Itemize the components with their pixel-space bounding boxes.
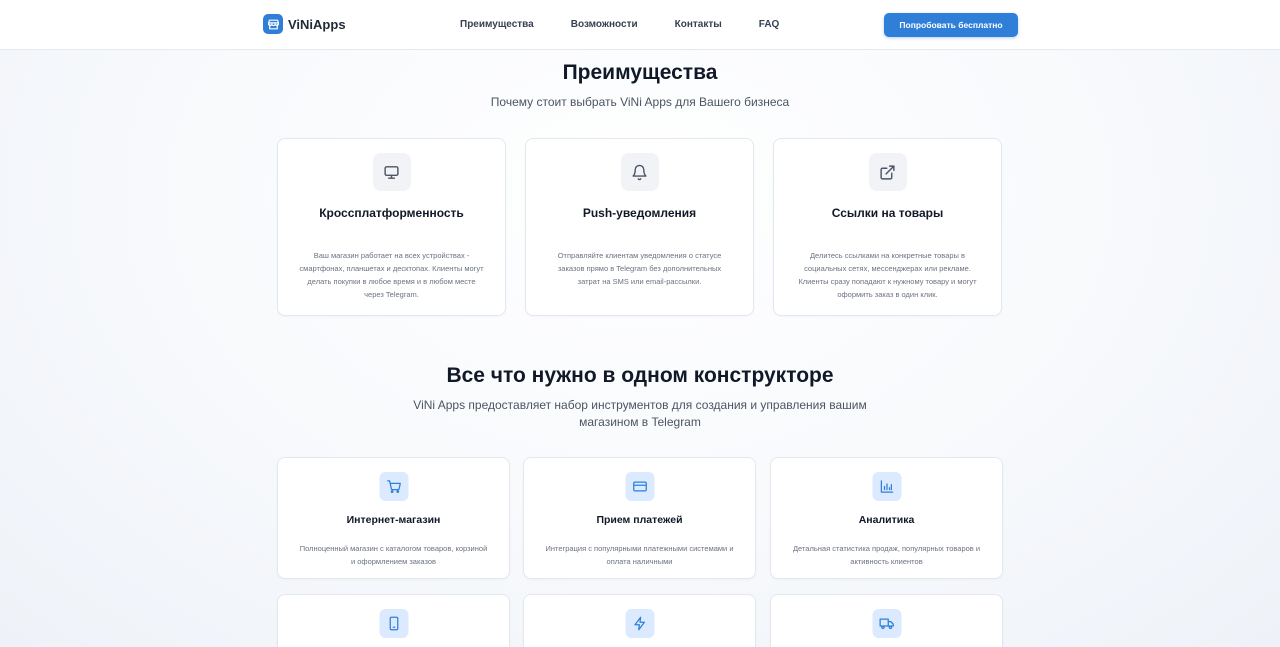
main-nav: Преимущества Возможности Контакты FAQ <box>460 19 816 30</box>
credit-card-icon <box>625 472 654 501</box>
advantage-card-crossplatform: Кроссплатформенность Ваш магазин работае… <box>277 138 506 316</box>
features-subtitle-line-2: магазином в Telegram <box>579 415 701 429</box>
bell-icon <box>620 153 659 191</box>
features-title: Все что нужно в одном конструкторе <box>446 364 834 387</box>
shopping-cart-icon <box>379 472 408 501</box>
feature-card-analytics: Аналитика Детальная статистика продаж, п… <box>770 457 1003 579</box>
lightning-icon <box>625 609 654 638</box>
brand-logo[interactable]: ViNiApps <box>263 14 346 34</box>
features-subtitle: ViNi Apps предоставляет набор инструмент… <box>0 397 1280 431</box>
nav-link-features[interactable]: Возможности <box>571 19 638 30</box>
feature-card-delivery <box>770 594 1003 647</box>
store-icon <box>263 14 283 34</box>
try-free-button[interactable]: Попробовать бесплатно <box>884 13 1018 37</box>
card-title: Ссылки на товары <box>831 206 944 220</box>
features-subtitle-line-1: ViNi Apps предоставляет набор инструмент… <box>413 398 867 412</box>
card-description: Делитесь ссылками на конкретные товары в… <box>798 251 977 299</box>
nav-link-advantages[interactable]: Преимущества <box>460 19 534 30</box>
smartphone-icon <box>379 609 408 638</box>
nav-link-faq[interactable]: FAQ <box>759 19 780 30</box>
brand-name: ViNiApps <box>288 16 346 32</box>
advantage-card-push: Push-уведомления Отправляйте клиентам ув… <box>525 138 754 316</box>
card-title: Прием платежей <box>596 514 683 526</box>
advantage-card-links: Ссылки на товары Делитесь ссылками на ко… <box>773 138 1002 316</box>
feature-card-fast <box>523 594 756 647</box>
card-description: Детальная статистика продаж, популярных … <box>792 544 981 566</box>
external-link-icon <box>868 153 907 191</box>
card-description: Полноценный магазин с каталогом товаров,… <box>299 544 488 566</box>
card-title: Push-уведомления <box>582 206 697 220</box>
feature-card-mobile <box>277 594 510 647</box>
card-description: Отправляйте клиентам уведомления о стату… <box>557 251 722 286</box>
card-title: Интернет-магазин <box>346 514 441 526</box>
nav-link-contacts[interactable]: Контакты <box>675 19 722 30</box>
card-title: Аналитика <box>858 514 915 526</box>
card-title: Кроссплатформенность <box>319 206 464 220</box>
top-navbar: ViNiApps Преимущества Возможности Контак… <box>0 0 1280 50</box>
advantages-subtitle: Почему стоит выбрать ViNi Apps для Вашег… <box>490 95 790 109</box>
advantages-title: Преимущества <box>562 61 718 84</box>
monitor-icon <box>372 153 411 191</box>
feature-card-shop: Интернет-магазин Полноценный магазин с к… <box>277 457 510 579</box>
bar-chart-icon <box>872 472 901 501</box>
feature-card-payments: Прием платежей Интеграция с популярными … <box>523 457 756 579</box>
card-description: Ваш магазин работает на всех устройствах… <box>299 251 484 299</box>
truck-icon <box>872 609 901 638</box>
card-description: Интеграция с популярными платежными сист… <box>545 544 734 566</box>
